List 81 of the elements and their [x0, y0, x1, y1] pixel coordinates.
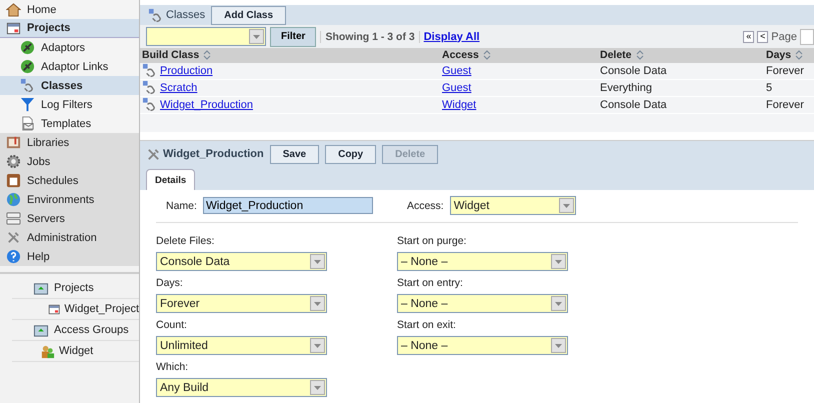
- column-header[interactable]: Access: [440, 48, 598, 63]
- result-count: Showing 1 - 3 of 3: [320, 30, 415, 43]
- tree-item[interactable]: Access Groups: [12, 320, 139, 341]
- select-field[interactable]: Unlimited: [156, 336, 327, 355]
- add-class-button[interactable]: Add Class: [211, 6, 286, 25]
- gear-icon: [6, 154, 21, 169]
- nav-item[interactable]: Jobs: [0, 152, 139, 171]
- envelope-icon: [20, 116, 35, 131]
- page-input[interactable]: [800, 28, 814, 45]
- nav-item[interactable]: Environments: [0, 190, 139, 209]
- field-label: Days:: [156, 276, 184, 290]
- nav-item[interactable]: Schedules: [0, 171, 139, 190]
- column-header[interactable]: Build Class: [140, 48, 440, 63]
- globe-icon: [6, 192, 21, 207]
- table-cell: Forever: [766, 64, 804, 77]
- table-link[interactable]: Production: [160, 64, 213, 77]
- filter-button[interactable]: Filter: [270, 26, 316, 47]
- people-icon: [40, 344, 55, 358]
- table-cell: Console Data: [600, 64, 667, 77]
- window-icon: [6, 20, 21, 36]
- nav-item[interactable]: Administration: [0, 228, 139, 247]
- action-button[interactable]: Copy: [325, 144, 376, 164]
- nav-item[interactable]: Servers: [0, 209, 139, 228]
- house-icon: [6, 2, 21, 17]
- calendar-icon: [6, 173, 21, 188]
- nav-item[interactable]: Projects: [0, 19, 139, 38]
- select-field[interactable]: Forever: [156, 294, 327, 313]
- field-label: Delete Files:: [156, 234, 216, 248]
- tree-item[interactable]: Widget: [12, 341, 139, 362]
- field-label: Start on exit:: [397, 318, 457, 332]
- field-label: Name:: [166, 200, 197, 212]
- tree-item[interactable]: Projects: [12, 278, 139, 299]
- field-label: Access:: [406, 200, 444, 212]
- nav-item[interactable]: Classes: [0, 76, 139, 95]
- select-field[interactable]: [146, 27, 266, 46]
- field-label: Which:: [156, 360, 190, 374]
- toolbar-title: Classes: [148, 8, 206, 23]
- page-label: Page: [771, 30, 797, 43]
- field-label: Start on purge:: [397, 234, 468, 248]
- field-label: Count:: [156, 318, 188, 332]
- tab[interactable]: Details: [146, 169, 196, 190]
- column-header[interactable]: Days: [764, 48, 814, 63]
- help-icon: [6, 249, 21, 264]
- name-field[interactable]: Widget_Production: [202, 197, 373, 214]
- table-cell: Console Data: [600, 98, 667, 111]
- table-cell: Everything: [600, 82, 652, 94]
- table-link[interactable]: Scratch: [160, 82, 198, 94]
- links-icon: [148, 8, 163, 23]
- select-field[interactable]: Any Build: [156, 378, 327, 397]
- action-button[interactable]: Save: [270, 144, 320, 164]
- sort-icon[interactable]: [795, 50, 804, 60]
- table-link[interactable]: Guest: [442, 82, 472, 94]
- select-field[interactable]: – None –: [397, 252, 568, 271]
- sort-icon[interactable]: [203, 50, 212, 60]
- nav-item[interactable]: Help: [0, 247, 139, 266]
- display-all-link[interactable]: Display All: [418, 30, 480, 43]
- detail-title: Widget_Production: [146, 146, 264, 162]
- first-page-button[interactable]: «: [743, 30, 754, 43]
- links-icon: [20, 78, 35, 93]
- field-label: Start on entry:: [397, 276, 464, 290]
- table-link[interactable]: Widget_Production: [160, 98, 253, 111]
- table-link[interactable]: Guest: [442, 64, 472, 77]
- links-icon: [142, 63, 157, 78]
- links-icon: [142, 97, 157, 112]
- previous-page-button[interactable]: <: [757, 30, 768, 43]
- select-field[interactable]: Widget: [450, 196, 576, 215]
- select-field[interactable]: – None –: [397, 294, 568, 313]
- select-field[interactable]: – None –: [397, 336, 568, 355]
- server-icon: [6, 211, 21, 226]
- tree-item[interactable]: Widget_Project: [12, 299, 139, 320]
- nav-item[interactable]: Libraries: [0, 133, 139, 152]
- funnel-icon: [20, 97, 35, 112]
- sort-icon[interactable]: [636, 50, 644, 60]
- book-icon: [6, 135, 21, 150]
- column-header[interactable]: Delete: [598, 48, 764, 63]
- select-field[interactable]: Console Data: [156, 252, 327, 271]
- links-icon: [142, 80, 157, 96]
- table-link[interactable]: Widget: [442, 98, 476, 111]
- table-cell: Forever: [766, 98, 804, 111]
- table-cell: 5: [766, 82, 772, 94]
- sort-icon[interactable]: [482, 50, 491, 60]
